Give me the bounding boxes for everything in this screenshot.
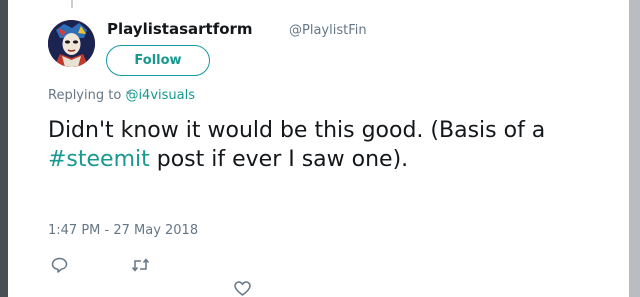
tweet-page: Playlistasartform @PlaylistFin Follow ⌄ … <box>0 0 640 297</box>
mention-link[interactable]: @i4visuals <box>125 88 195 103</box>
retweet-icon <box>131 258 150 272</box>
thread-connector-line <box>71 0 73 8</box>
tweet-text-end: post if ever I saw one). <box>149 147 409 172</box>
timestamp[interactable]: 1:47 PM - 27 May 2018 <box>48 223 198 238</box>
left-window-edge <box>0 0 8 297</box>
replying-prefix: Replying to <box>48 88 126 103</box>
reply-button[interactable] <box>51 257 68 277</box>
reply-icon <box>51 257 68 273</box>
like-button[interactable] <box>234 281 251 297</box>
tweet-text: Didn't know it would be this good. (Basi… <box>48 116 608 174</box>
heart-icon <box>234 281 251 296</box>
retweet-button[interactable] <box>131 257 150 277</box>
display-name[interactable]: Playlistasartform <box>107 20 253 38</box>
replying-to-line: Replying to @i4visuals <box>48 88 195 103</box>
avatar[interactable] <box>48 20 95 67</box>
user-handle[interactable]: @PlaylistFin <box>289 23 367 38</box>
follow-button[interactable]: Follow <box>106 45 210 76</box>
hashtag-link[interactable]: #steemit <box>48 147 150 172</box>
tweet-text-start: Didn't know it would be this good. (Basi… <box>48 118 546 143</box>
avatar-image <box>48 20 95 67</box>
scrollbar[interactable] <box>629 0 640 297</box>
